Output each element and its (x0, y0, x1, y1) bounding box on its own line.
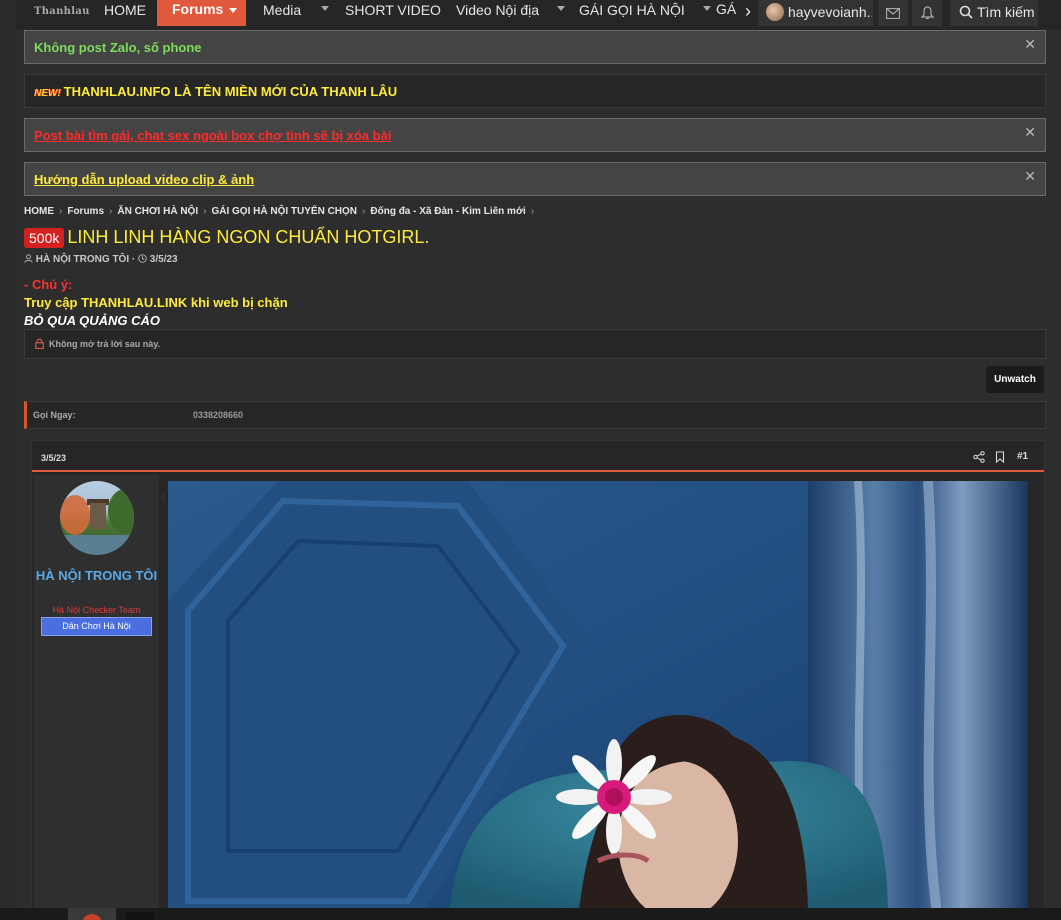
post-photo-graphic (168, 481, 1028, 920)
field-value: 0338208660 (193, 410, 244, 420)
post-image[interactable] (168, 481, 1028, 920)
nav-video-noi-dia-label: Video Nội địa (456, 2, 540, 18)
user-menu[interactable]: hayvevoianh... (758, 0, 873, 26)
chevron-right-icon: › (109, 206, 113, 217)
taskbar-app[interactable] (126, 912, 154, 920)
breadcrumb-forums[interactable]: Forums (67, 206, 104, 217)
chevron-right-icon: › (362, 206, 366, 217)
thread-date[interactable]: 3/5/23 (150, 254, 178, 265)
clock-icon (138, 254, 147, 263)
nav-gai-goi-ha-noi-label: GÁI GỌI HÀ NỘI (579, 2, 685, 18)
chevron-right-icon: › (203, 206, 207, 217)
locked-text: Không mở trả lời sau này. (49, 339, 161, 349)
bell-icon (920, 6, 934, 20)
warning-skip-ads: BỎ QUA QUẢNG CÁO (24, 313, 161, 328)
nav-media-label: Media (263, 2, 302, 18)
breadcrumb-dong-da[interactable]: Đống đa - Xã Đàn - Kim Liên mới (370, 206, 525, 217)
user-icon (24, 254, 33, 263)
post-header: 3/5/23 #1 (32, 441, 1044, 472)
close-icon[interactable]: ✕ (1024, 124, 1036, 141)
search-button[interactable]: Tìm kiếm (950, 0, 1038, 26)
notice-upload-guide: Hướng dẫn upload video clip & ảnh ✕ (24, 162, 1046, 196)
post-username[interactable]: HÀ NỘI TRONG TÔI (34, 567, 159, 585)
chevron-right-icon[interactable]: › (738, 0, 758, 26)
nav-media[interactable]: Media (263, 0, 330, 26)
notice-no-contact: Không post Zalo, số phone ✕ (24, 30, 1046, 64)
close-icon[interactable]: ✕ (1024, 168, 1036, 185)
breadcrumb-home[interactable]: HOME (24, 206, 54, 217)
notice-text: Không post Zalo, số phone (34, 40, 202, 55)
breadcrumb-an-choi[interactable]: ĂN CHƠI HÀ NỘI (117, 206, 198, 217)
user-title: Hà Nội Checker Team (52, 605, 141, 615)
search-icon (959, 5, 973, 19)
nav-forums[interactable]: Forums (157, 0, 246, 26)
notice-link[interactable]: Hướng dẫn upload video clip & ảnh (34, 172, 254, 187)
notice-new-domain-line: NEW! THANHLAU.INFO LÀ TÊN MIỀN MỚI CỦA TH… (34, 84, 397, 99)
top-navigation: Thanhlau HOME Forums Media SHORT VIDEO V… (16, 0, 1061, 30)
bookmark-icon[interactable] (995, 451, 1005, 463)
main-content: Không post Zalo, số phone ✕ NEW! THANHLAU… (16, 30, 1061, 920)
custom-field-phone: Gọi Ngay: 0338208660 (24, 401, 1046, 429)
thread-author[interactable]: HÀ NỘI TRONG TÔI (36, 254, 129, 265)
chevron-down-icon[interactable] (321, 6, 330, 12)
chevron-right-icon: › (530, 206, 535, 217)
chevron-down-icon[interactable] (229, 8, 237, 13)
thread-prefix[interactable]: 500k (24, 227, 65, 248)
user-banner: Dân Chơi Hà Nội (41, 617, 152, 636)
notice-text[interactable]: THANHLAU.INFO LÀ TÊN MIỀN MỚI CỦA THANH … (64, 84, 397, 99)
notice-new-domain: NEW! THANHLAU.INFO LÀ TÊN MIỀN MỚI CỦA TH… (24, 74, 1046, 108)
envelope-icon (886, 7, 900, 19)
nav-short-video[interactable]: SHORT VIDEO (345, 0, 441, 26)
chevron-right-icon: › (59, 206, 63, 217)
field-label: Gọi Ngay: (33, 410, 76, 420)
avatar[interactable] (60, 481, 134, 555)
thread-title-row: 500k LINH LINH HÀNG NGON CHUẨN HOTGIRL. (24, 227, 429, 248)
search-label: Tìm kiếm (977, 4, 1035, 20)
nav-video-noi-dia[interactable]: Video Nội địa (456, 0, 565, 26)
alerts-button[interactable] (912, 0, 942, 26)
close-icon[interactable]: ✕ (1024, 36, 1036, 53)
thread-meta: HÀ NỘI TRONG TÔI · 3/5/23 (24, 254, 178, 265)
post-number[interactable]: #1 (1017, 451, 1028, 462)
username: hayvevoianh... (788, 4, 872, 20)
nav-home[interactable]: HOME (104, 0, 146, 26)
notice-posting-rules: Post bài tìm gái, chat sex ngoài box chợ… (24, 118, 1046, 152)
message-arrow (159, 491, 165, 503)
site-logo[interactable]: Thanhlau (34, 6, 90, 17)
share-icon[interactable] (973, 451, 985, 463)
post-user-cell: HÀ NỘI TRONG TÔI Hà Nội Checker Team Dân… (34, 475, 159, 920)
new-badge: NEW! (34, 88, 61, 99)
notice-link[interactable]: Post bài tìm gái, chat sex ngoài box chợ… (34, 128, 391, 143)
post: 3/5/23 #1 HÀ NỘI TRONG TÔI Hà Nội Checke… (31, 440, 1045, 920)
breadcrumb-gai-goi[interactable]: GÁI GỌI HÀ NỘI TUYỂN CHỌN (211, 206, 357, 217)
chevron-down-icon[interactable] (702, 6, 711, 12)
post-date[interactable]: 3/5/23 (41, 453, 66, 463)
thread-locked-notice: Không mở trả lời sau này. (24, 329, 1046, 359)
page-title: LINH LINH HÀNG NGON CHUẨN HOTGIRL. (67, 227, 430, 247)
nav-overflow-item[interactable]: GÁ (716, 1, 736, 17)
warning-heading: - Chú ý: (24, 277, 73, 292)
nav-forums-label: Forums (172, 1, 224, 17)
nav-gai-goi-ha-noi[interactable]: GÁI GỌI HÀ NỘI (579, 0, 711, 26)
warning-mirror-link: Truy cập THANHLAU.LINK khi web bị chặn (24, 295, 288, 310)
avatar (766, 3, 784, 21)
breadcrumb: HOME › Forums › ĂN CHƠI HÀ NỘI › GÁI GỌI HÀ NỘ… (24, 206, 539, 217)
lock-icon (35, 338, 44, 349)
taskbar (0, 908, 1061, 920)
inbox-button[interactable] (878, 0, 908, 26)
chevron-down-icon[interactable] (556, 6, 565, 12)
unwatch-button[interactable]: Unwatch (986, 366, 1044, 393)
